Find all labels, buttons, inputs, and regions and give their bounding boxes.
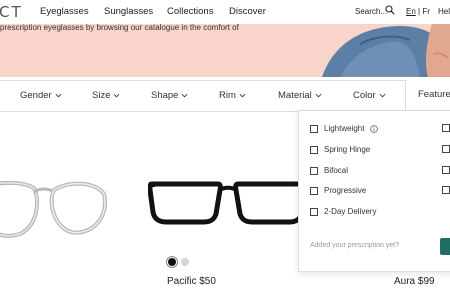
chevron-down-icon: [315, 93, 322, 98]
hero-banner: prescription eyeglasses by browsing our …: [0, 24, 450, 77]
filter-gender[interactable]: Gender: [20, 90, 62, 101]
nav-collections[interactable]: Collections: [167, 6, 213, 17]
option-progressive[interactable]: Progressive: [310, 186, 366, 195]
chevron-down-icon: [114, 93, 120, 98]
right-column-checkbox[interactable]: [442, 124, 450, 132]
prescription-button[interactable]: [440, 238, 450, 255]
hero-text: prescription eyeglasses by browsing our …: [0, 24, 239, 32]
search-label[interactable]: Search...: [355, 7, 387, 16]
right-column-checkbox[interactable]: [442, 166, 450, 174]
filter-bar: Gender Size Shape Rim Material Color: [0, 80, 450, 112]
filter-color[interactable]: Color: [353, 90, 386, 101]
filter-shape-label: Shape: [151, 90, 179, 101]
right-column-checkbox[interactable]: [442, 186, 450, 194]
chevron-down-icon: [239, 93, 246, 98]
progressive-checkbox[interactable]: [310, 186, 318, 195]
option-spring-hinge-label: Spring Hinge: [324, 145, 371, 154]
color-swatch-clear[interactable]: [181, 258, 189, 266]
option-lightweight[interactable]: Lightweight: [310, 124, 379, 133]
filter-shape[interactable]: Shape: [151, 90, 188, 101]
bifocal-checkbox[interactable]: [310, 166, 318, 175]
filter-size[interactable]: Size: [92, 90, 120, 101]
filter-feature-label: Feature: [418, 89, 450, 100]
info-icon[interactable]: [370, 124, 379, 133]
prescription-prompt: Added your prescription yet?: [310, 242, 400, 249]
2-day-delivery-checkbox[interactable]: [310, 207, 318, 216]
top-nav: CT Eyeglasses Sunglasses Collections Dis…: [0, 0, 450, 24]
brand-logo[interactable]: CT: [0, 3, 23, 21]
filter-material-label: Material: [278, 90, 312, 101]
filter-gender-label: Gender: [20, 90, 52, 101]
language-switch: En | Fr: [406, 7, 430, 16]
filter-size-label: Size: [92, 90, 111, 101]
filter-rim[interactable]: Rim: [219, 90, 246, 101]
product-name-price-pacific[interactable]: Pacific $50: [167, 276, 216, 287]
option-bifocal[interactable]: Bifocal: [310, 166, 348, 175]
filter-feature[interactable]: Feature: [405, 80, 450, 110]
chevron-down-icon: [55, 93, 62, 98]
product-name-price-aura[interactable]: Aura $99: [394, 276, 435, 287]
option-progressive-label: Progressive: [324, 186, 367, 195]
option-lightweight-label: Lightweight: [324, 124, 365, 133]
help-link[interactable]: Hel: [438, 7, 450, 16]
chevron-down-icon: [182, 93, 188, 98]
spring-hinge-checkbox[interactable]: [310, 145, 318, 154]
option-bifocal-label: Bifocal: [324, 166, 349, 175]
filter-material[interactable]: Material: [278, 90, 322, 101]
chevron-down-icon: [379, 93, 386, 98]
product-image-pacific[interactable]: [148, 178, 308, 228]
lang-fr-link[interactable]: Fr: [422, 7, 430, 16]
hero-model-image: [320, 24, 450, 77]
nav-sunglasses[interactable]: Sunglasses: [104, 6, 153, 17]
product-image-clear-frames[interactable]: [0, 170, 110, 245]
lang-en-link[interactable]: En: [406, 7, 416, 16]
option-2-day-delivery-label: 2-Day Delivery: [324, 207, 377, 216]
filter-color-label: Color: [353, 90, 376, 101]
feature-dropdown: Lightweight Spring Hinge Bifocal Progres…: [298, 110, 450, 272]
right-column-checkbox[interactable]: [442, 145, 450, 153]
filter-rim-label: Rim: [219, 90, 236, 101]
nav-eyeglasses[interactable]: Eyeglasses: [40, 6, 89, 17]
search-icon[interactable]: [385, 5, 395, 15]
lightweight-checkbox[interactable]: [310, 124, 318, 133]
color-swatch-black[interactable]: [168, 258, 176, 266]
option-2-day-delivery[interactable]: 2-Day Delivery: [310, 207, 376, 216]
nav-discover[interactable]: Discover: [229, 6, 266, 17]
option-spring-hinge[interactable]: Spring Hinge: [310, 145, 370, 154]
